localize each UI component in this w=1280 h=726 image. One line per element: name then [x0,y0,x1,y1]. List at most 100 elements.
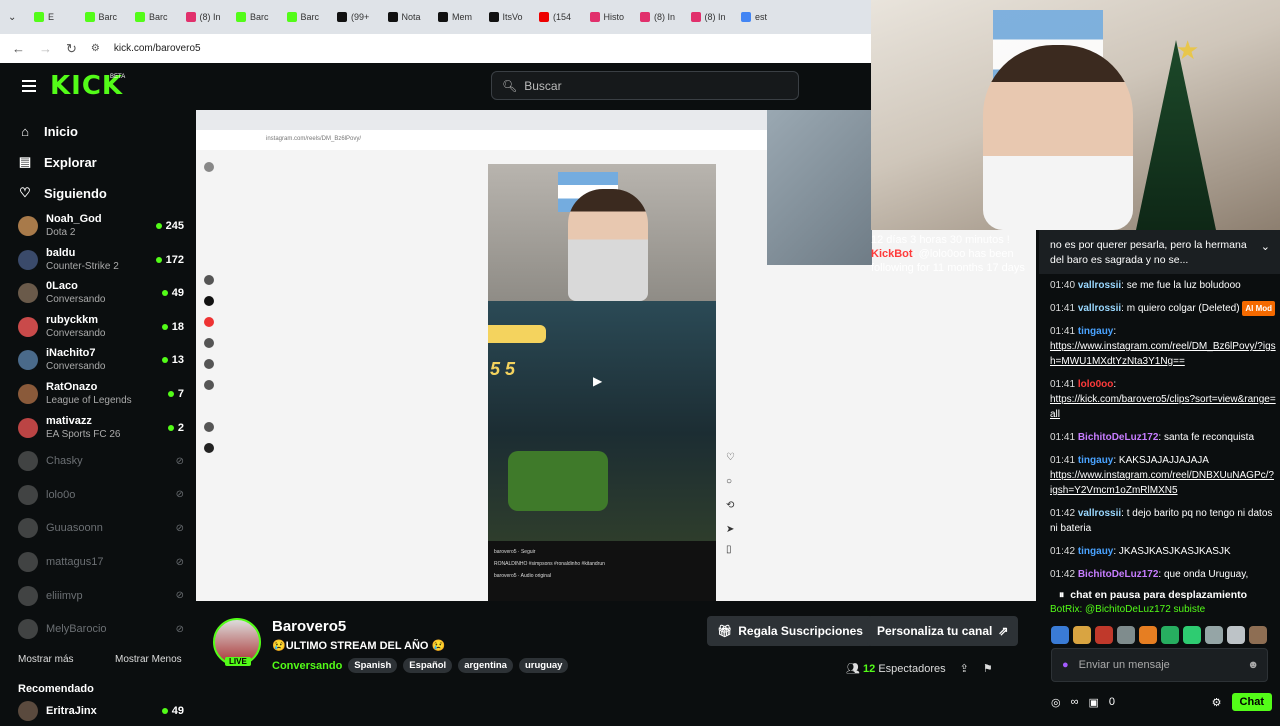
customize-channel-button[interactable]: Personaliza tu canal ⇗ [867,616,1019,646]
rewards-icon[interactable]: ◎ [1051,696,1061,709]
browser-tab[interactable]: (8) In [636,4,687,30]
message-user[interactable]: vallrossii [1078,280,1121,291]
browser-address-bar: ← → ↻ ⚙ kick.com/barovero5 [0,34,871,63]
browser-tab[interactable]: E [30,4,81,30]
emote-icon[interactable] [1073,626,1091,644]
sidebar-channel[interactable]: RatOnazo League of Legends 7 [18,379,184,409]
browser-tab[interactable]: (154 [535,4,586,30]
share-icon[interactable]: ⇪ [960,662,969,675]
reload-icon[interactable]: ↻ [66,41,77,57]
message-user[interactable]: vallrossii [1078,303,1121,314]
sidebar-channel[interactable]: Noah_God Dota 2 245 [18,211,184,241]
emote-icon[interactable] [1117,626,1135,644]
search-input[interactable]: Buscar [524,79,561,93]
chat-input[interactable]: ● Enviar un mensaje ☻ [1051,648,1268,682]
emote-icon[interactable] [1161,626,1179,644]
emote-icon[interactable] [1051,626,1069,644]
stream-tag[interactable]: Spanish [348,658,398,673]
sidebar-channel[interactable]: MelyBarocio ⊘ [18,614,184,644]
message-time: 01:41 [1050,432,1076,443]
browser-tab[interactable]: Nota [384,4,435,30]
stream-tag[interactable]: argentina [458,658,513,673]
nav-explore[interactable]: ▤ Explorar [18,154,97,170]
browser-tab[interactable]: Histo [586,4,637,30]
emote-icon[interactable] [1183,626,1201,644]
recommended-channel[interactable]: EritraJinx 49 [18,696,184,726]
channel-game: Conversando [46,327,106,339]
chevron-down-icon[interactable]: ⌄ [1261,240,1270,255]
site-info-icon[interactable]: ⚙ [91,43,100,54]
browser-tab[interactable]: (8) In [687,4,738,30]
partial-message: BotRix: @BichitoDeLuz172 subiste [1050,604,1206,615]
play-icon[interactable]: ▶ [593,374,602,388]
emote-icon[interactable] [1095,626,1113,644]
settings-icon[interactable]: ⚙ [1212,696,1222,709]
sidebar-channel[interactable]: mattagus17 ⊘ [18,547,184,577]
message-link[interactable]: https://www.instagram.com/reel/DM_Bz6lPo… [1050,341,1276,367]
browser-tab[interactable]: ItsVo [485,4,536,30]
forward-icon[interactable]: → [39,41,52,56]
viewers-icon: 👥︎ [846,663,860,675]
stream-tag[interactable]: uruguay [518,658,569,673]
nav-following[interactable]: ♡ Siguiendo [18,185,107,201]
browser-tab[interactable]: Barc [81,4,132,30]
sidebar-channel[interactable]: mativazz EA Sports FC 26 2 [18,413,184,443]
nav-home[interactable]: ⌂ Inicio [18,124,78,139]
emote-icon[interactable] [1249,626,1267,644]
reel-game-image: 5 5 ▶ [488,301,716,541]
browser-tab[interactable]: (99+ [333,4,384,30]
sidebar-channel[interactable]: lolo0o ⊘ [18,480,184,510]
message-link[interactable]: https://kick.com/barovero5/clips?sort=vi… [1050,394,1276,420]
message-user[interactable]: lolo0oo [1078,379,1114,390]
sidebar-channel[interactable]: iNachito7 Conversando 13 [18,345,184,375]
viewer-row: 👥︎ 12 Espectadores ⇪ ⚑ [846,662,993,675]
message-user[interactable]: tingauy [1078,326,1114,337]
back-icon[interactable]: ← [12,41,25,56]
message-user[interactable]: tingauy [1078,455,1114,466]
report-icon[interactable]: ⚑ [983,662,993,675]
sidebar-channel[interactable]: 0Laco Conversando 49 [18,278,184,308]
stream-category[interactable]: Conversando [272,660,342,672]
reel-caption: RONALDINHO #simpsons #ronaldinho #kitand… [494,561,605,567]
browser-tab[interactable]: Barc [131,4,182,30]
message-time: 01:41 [1050,379,1076,390]
tab-favicon-icon [438,12,448,22]
show-more-link[interactable]: Mostrar más [18,654,74,665]
tab-list-chevron-icon[interactable]: ⌄ [8,12,30,23]
emote-icon[interactable] [1205,626,1223,644]
menu-icon[interactable] [22,80,36,92]
browser-tab[interactable]: Mem [434,4,485,30]
sidebar-channel[interactable]: eliiimvp ⊘ [18,581,184,611]
sidebar-channel[interactable]: Guuasoonn ⊘ [18,513,184,543]
message-user[interactable]: vallrossii [1078,508,1121,519]
sidebar-channel[interactable]: Chasky ⊘ [18,446,184,476]
browser-tab[interactable]: Barc [232,4,283,30]
message-user[interactable]: BichitoDeLuz172 [1078,569,1159,580]
gift-subs-button[interactable]: 🎁︎ Regala Suscripciones [707,616,873,646]
browser-tab[interactable]: (8) In [182,4,233,30]
sidebar-channel[interactable]: rubyckkm Conversando 18 [18,312,184,342]
stream-tag[interactable]: Español [403,658,453,673]
sidebar-channel[interactable]: baldu Counter-Strike 2 172 [18,245,184,275]
emote-icon[interactable] [1227,626,1245,644]
channel-name: 0Laco [46,280,78,293]
emoji-icon[interactable]: ☻ [1247,659,1259,671]
send-chat-button[interactable]: Chat [1231,693,1272,711]
offline-icon: ⊘ [175,623,184,635]
pinned-message[interactable]: no es por querer pesarla, pero la herman… [1039,230,1280,274]
message-link[interactable]: https://www.instagram.com/reel/DNBXUuNAG… [1050,470,1274,496]
url-field[interactable]: kick.com/barovero5 [114,43,201,54]
browser-tab[interactable]: Barc [283,4,334,30]
microphone-icon[interactable]: ● [1062,659,1069,671]
chat-paused-banner[interactable]: ⏸ chat en pausa para desplazamiento [1059,586,1267,604]
emote-icon[interactable] [1139,626,1157,644]
timer-text: 12 días 3 horas 30 minutos ! [871,234,1010,246]
browser-tab[interactable]: est [737,4,788,30]
points-icon[interactable]: ▣ [1088,696,1098,709]
show-less-link[interactable]: Mostrar Menos [115,654,182,665]
streamer-name[interactable]: Barovero5 [272,618,346,635]
message-user[interactable]: tingauy [1078,546,1114,557]
search-bar[interactable]: 🔍︎ Buscar [491,71,799,100]
message-user[interactable]: BichitoDeLuz172 [1078,432,1159,443]
stream-info: LIVE Barovero5 😢ULTIMO STREAM DEL AÑO 😢 … [196,601,1039,720]
